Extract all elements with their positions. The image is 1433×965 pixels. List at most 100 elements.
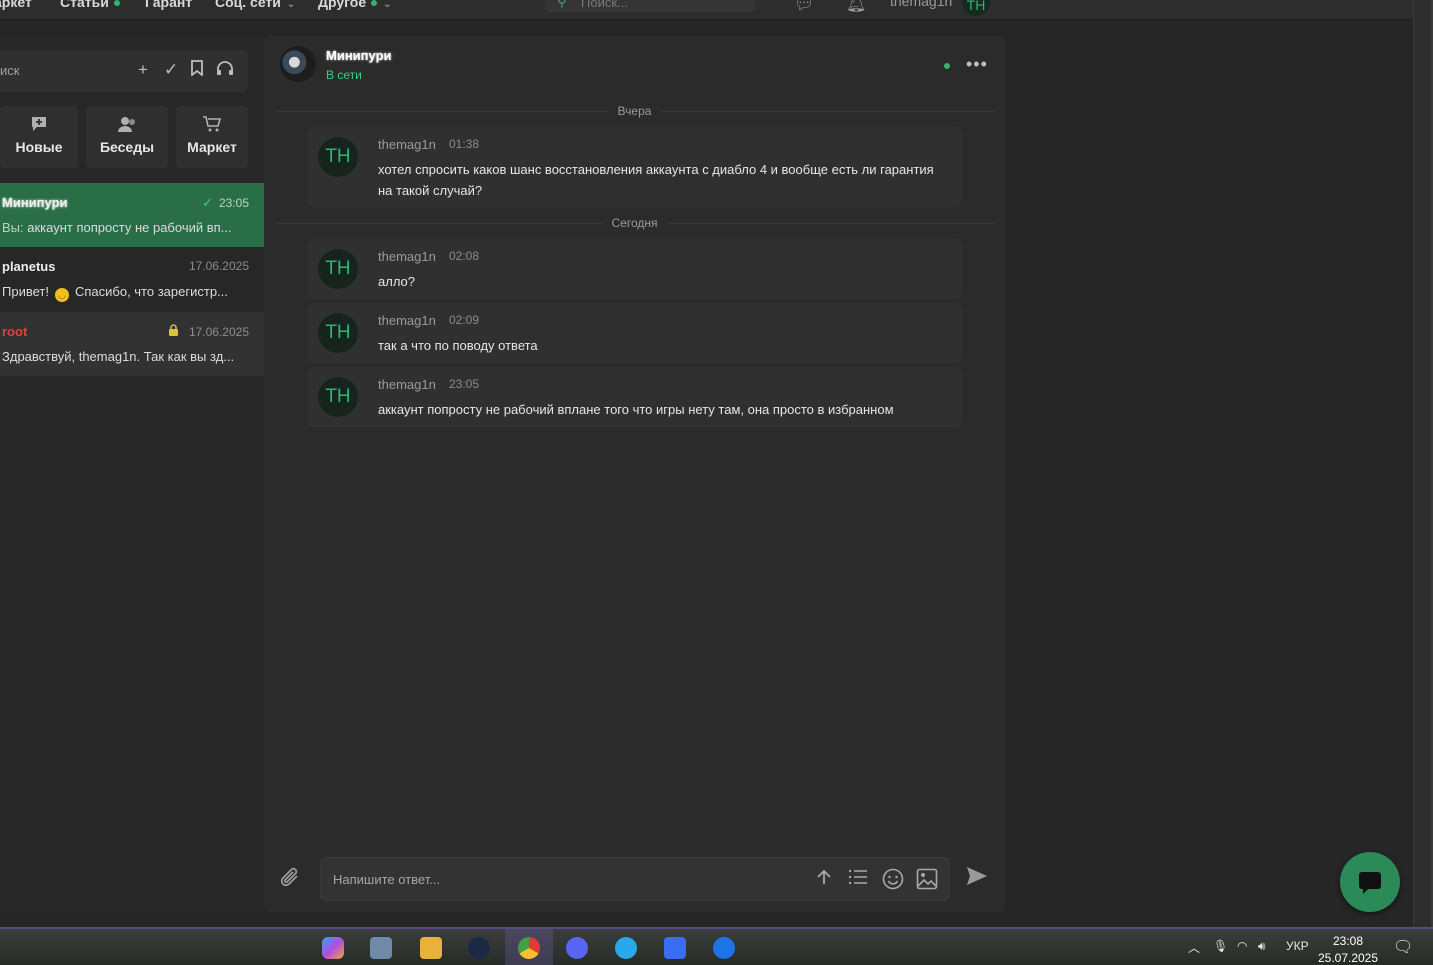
volume-icon[interactable]: 🔊︎ — [1258, 939, 1266, 954]
new-message-icon — [0, 115, 78, 137]
message-author[interactable]: themag1n — [378, 137, 436, 152]
tray-expand-icon[interactable]: ︿ — [1188, 939, 1200, 956]
conversation-preview: Здравствуй, themag1n. Так как вы зд... — [2, 349, 235, 364]
battlenet-icon[interactable] — [713, 937, 735, 959]
app-window: аркет Статьи Гарант Соц. сети⌄ Другое⌄ ⚲… — [0, 0, 1433, 965]
chevron-down-icon: ⌄ — [383, 0, 392, 10]
search-icon: ⚲ — [557, 0, 567, 9]
conversation-time: 23:05 — [218, 196, 249, 210]
conversation-name: root — [2, 324, 28, 339]
reply-placeholder: Напишите ответ... — [333, 872, 441, 887]
conversation-search-input[interactable]: иск — [0, 63, 19, 78]
message-text: так а что по поводу ответа — [378, 338, 538, 353]
online-status: В сети — [326, 68, 362, 82]
roblox-icon[interactable] — [664, 937, 686, 959]
language-indicator[interactable]: УКР — [1286, 939, 1309, 953]
message-time: 02:08 — [449, 249, 480, 263]
windows-taskbar: ︿ 🎙︎ ◠ 🔊︎ УКР 23:08 25.07.2025 🗨︎ — [0, 927, 1433, 965]
cart-icon — [176, 115, 248, 137]
chrome-icon[interactable] — [518, 937, 540, 959]
smile-emoji-icon: ◡ — [54, 288, 69, 302]
chat-header: Минипури В сети ••• — [264, 36, 1005, 102]
telegram-icon[interactable] — [615, 937, 637, 959]
chat-fab-button[interactable] — [1340, 852, 1400, 912]
conversation-time: 17.06.2025 — [188, 259, 249, 273]
sidebar-tabs: Новые Беседы Маркет — [0, 106, 264, 168]
nav-guarantor[interactable]: Гарант — [145, 0, 192, 10]
tab-market[interactable]: Маркет — [176, 106, 248, 168]
notification-icon[interactable]: 🗨︎ — [1393, 937, 1413, 957]
folder-icon[interactable] — [420, 937, 442, 959]
chat-partner-name[interactable]: Минипури — [326, 48, 392, 63]
new-indicator-dot — [371, 0, 378, 7]
avatar[interactable]: TH — [318, 313, 358, 353]
headphones-icon[interactable] — [216, 60, 234, 81]
bookmark-icon[interactable] — [190, 60, 204, 81]
message-author[interactable]: themag1n — [378, 377, 436, 392]
image-icon[interactable] — [916, 868, 938, 896]
copilot-icon[interactable] — [322, 937, 344, 959]
send-icon[interactable] — [966, 866, 988, 892]
day-separator: Вчера — [264, 104, 1005, 118]
wifi-icon[interactable]: ◠ — [1237, 939, 1247, 953]
message-author[interactable]: themag1n — [378, 249, 436, 264]
reply-input[interactable]: Напишите ответ... — [320, 857, 950, 901]
bell-icon[interactable]: 🔔︎ — [846, 0, 866, 14]
global-search-input[interactable]: ⚲ Поиск... — [545, 0, 755, 12]
user-avatar[interactable]: TH — [962, 0, 990, 16]
message-time: 02:09 — [449, 313, 480, 327]
more-options-icon[interactable]: ••• — [966, 54, 988, 75]
check-icon[interactable]: ✓ — [164, 60, 178, 80]
conversation-preview: Привет! ◡ Спасибо, что зарегистр... — [2, 284, 228, 302]
chat-bubble-icon — [1359, 872, 1381, 894]
avatar[interactable] — [280, 46, 316, 82]
explorer-app-icon[interactable] — [370, 937, 392, 959]
conversation-name: Минипури — [2, 195, 68, 210]
conversation-sidebar: иск + ✓ Новые Беседы Маркет Минипури ✓ 2… — [0, 36, 264, 912]
avatar[interactable]: TH — [318, 249, 358, 289]
message-time: 01:38 — [449, 137, 480, 151]
nav-articles[interactable]: Статьи — [60, 0, 120, 10]
page-scrollbar-area — [1413, 0, 1433, 927]
chevron-down-icon: ⌄ — [286, 0, 296, 10]
conversation-name: planetus — [2, 259, 56, 274]
message-text: алло? — [378, 274, 416, 289]
message-author[interactable]: themag1n — [378, 313, 436, 328]
avatar[interactable]: TH — [318, 377, 358, 417]
conversation-preview: Вы: аккаунт попросту не рабочий вп... — [2, 220, 232, 235]
message: TH themag1n 23:05 аккаунт попросту не ра… — [308, 367, 962, 427]
read-check-icon: ✓ — [202, 195, 213, 210]
username-link[interactable]: themag1n — [890, 0, 952, 9]
new-indicator-dot — [113, 0, 120, 7]
day-separator: Сегодня — [264, 216, 1005, 230]
plus-icon[interactable]: + — [138, 60, 148, 80]
conversation-item[interactable]: Минипури ✓ 23:05 Вы: аккаунт попросту не … — [0, 183, 264, 247]
message-text: хотел спросить каков шанс восстановления… — [378, 162, 934, 198]
message: TH themag1n 01:38 хотел спросить каков ш… — [308, 127, 962, 207]
steam-icon[interactable] — [468, 937, 490, 959]
arrow-up-icon[interactable] — [815, 868, 833, 892]
nav-other[interactable]: Другое ⌄ — [318, 0, 392, 10]
discord-icon[interactable] — [566, 937, 588, 959]
lock-icon — [168, 324, 179, 339]
conversation-search: иск + ✓ — [0, 50, 248, 92]
conversations-icon[interactable]: 💬︎ — [794, 0, 814, 14]
tab-new[interactable]: Новые — [0, 106, 78, 168]
microphone-icon[interactable]: 🎙︎ — [1213, 939, 1228, 953]
avatar[interactable]: TH — [318, 137, 358, 177]
conversation-item[interactable]: root 17.06.2025 Здравствуй, themag1n. Та… — [0, 312, 264, 376]
paperclip-icon[interactable] — [280, 866, 302, 896]
emoji-icon[interactable] — [882, 868, 904, 896]
nav-market[interactable]: аркет — [0, 0, 32, 10]
nav-social[interactable]: Соц. сети ⌄ — [215, 0, 295, 10]
list-icon[interactable] — [848, 868, 868, 892]
users-icon — [86, 115, 168, 137]
tab-conversations[interactable]: Беседы — [86, 106, 168, 168]
top-navigation: аркет Статьи Гарант Соц. сети⌄ Другое⌄ ⚲… — [0, 0, 1413, 20]
conversation-item[interactable]: planetus 17.06.2025 Привет! ◡ Спасибо, что… — [0, 247, 264, 311]
message-text: аккаунт попросту не рабочий вплане того … — [378, 402, 894, 417]
system-clock[interactable]: 23:08 25.07.2025 — [1316, 933, 1380, 965]
message: TH themag1n 02:09 так а что по поводу от… — [308, 303, 962, 363]
message-time: 23:05 — [449, 377, 480, 391]
conversation-time: 17.06.2025 — [188, 325, 249, 339]
